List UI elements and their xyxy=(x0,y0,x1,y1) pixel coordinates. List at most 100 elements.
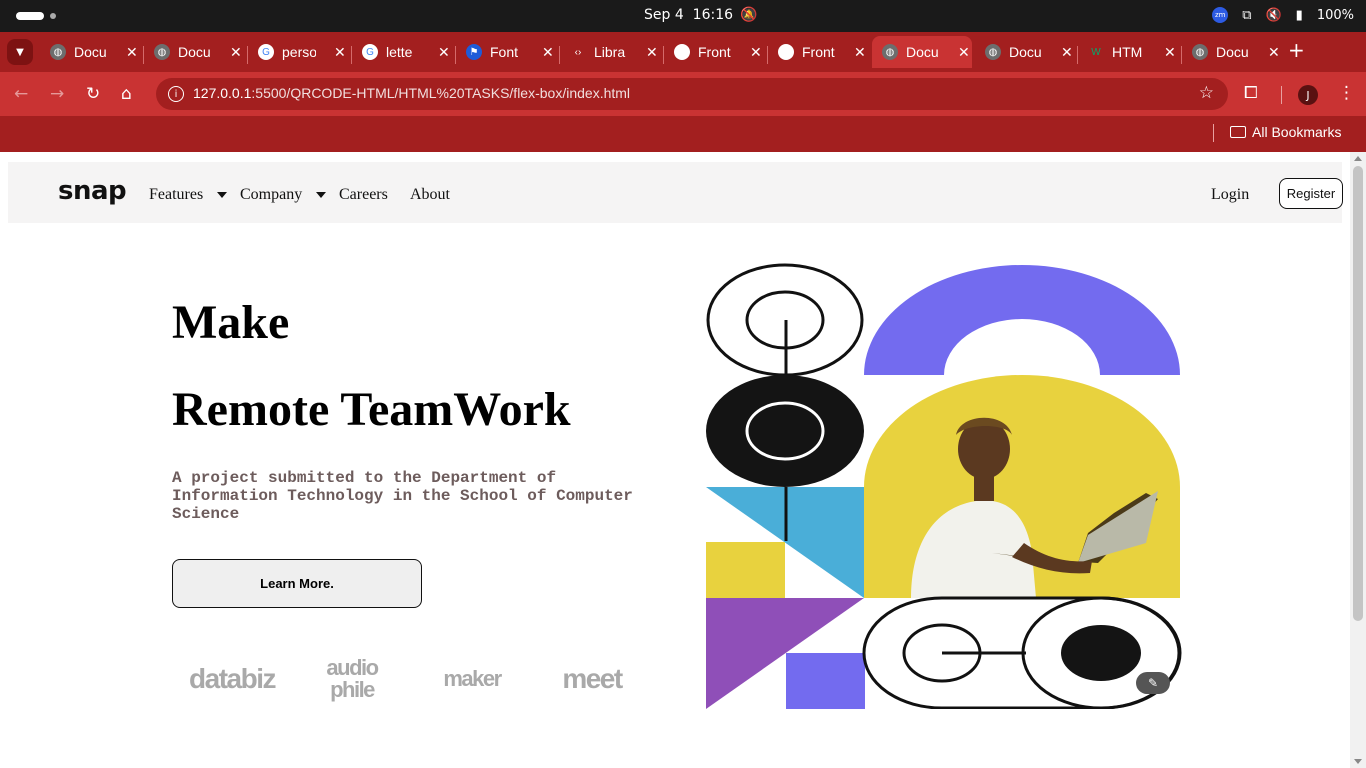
bookmarks-bar: All Bookmarks xyxy=(0,116,1366,152)
globe-icon: ◍ xyxy=(154,44,170,60)
close-icon[interactable]: ✕ xyxy=(334,44,346,61)
nav-about[interactable]: About xyxy=(410,186,450,204)
back-arrow-icon[interactable]: ← xyxy=(14,84,28,104)
time-text: 16:16 xyxy=(692,7,734,23)
tab-5[interactable]: ‹› Libra ✕ xyxy=(560,36,660,68)
close-icon[interactable]: ✕ xyxy=(1061,44,1073,61)
close-icon[interactable]: ✕ xyxy=(750,44,762,61)
tab-7[interactable]: ▢ Front ✕ xyxy=(768,36,868,68)
tab-strip: ▼ ◍ Docu ✕ ◍ Docu ✕ Gperso ✕ Glette ✕ ⚑ Font ✕ ‹› Libr… xyxy=(0,32,1366,72)
close-icon[interactable]: ✕ xyxy=(542,44,554,61)
globe-icon: ◍ xyxy=(50,44,66,60)
tab-label: Front xyxy=(698,44,731,60)
new-tab-button[interactable]: + xyxy=(1288,38,1305,62)
tab-separator xyxy=(143,46,144,64)
zoom-app-icon[interactable]: zm xyxy=(1212,7,1229,23)
battery-icon[interactable]: ▮ xyxy=(1296,8,1303,23)
all-bookmarks-label: All Bookmarks xyxy=(1252,124,1342,140)
tab-11[interactable]: ◍ Docu ✕ xyxy=(1182,36,1280,68)
profile-avatar[interactable]: J xyxy=(1298,85,1318,105)
purple-square xyxy=(786,653,865,709)
scroll-thumb[interactable] xyxy=(1353,166,1363,621)
tab-8[interactable]: ◍ Docu ✕ xyxy=(872,36,972,68)
volume-muted-icon[interactable]: 🔇 xyxy=(1265,8,1281,23)
clock[interactable]: Sep 4 16:16 xyxy=(644,7,733,23)
tab-10[interactable]: W HTM ✕ xyxy=(1078,36,1178,68)
site-info-icon[interactable]: i xyxy=(168,86,184,102)
close-icon[interactable]: ✕ xyxy=(1164,44,1176,61)
forward-arrow-icon[interactable]: → xyxy=(50,84,64,104)
google-icon: G xyxy=(258,44,274,60)
tab-6[interactable]: ◯ Front ✕ xyxy=(664,36,764,68)
toolbar-divider xyxy=(1281,86,1282,104)
close-icon[interactable]: ✕ xyxy=(646,44,658,61)
folder-icon xyxy=(1230,126,1246,138)
url-text[interactable]: 127.0.0.1:5500/QRCODE-HTML/HTML%20TASKS/… xyxy=(193,85,630,101)
workspace-indicator[interactable] xyxy=(16,12,44,20)
page-viewport: snap Features Company Careers About Logi… xyxy=(0,152,1350,768)
learn-more-button[interactable]: Learn More. xyxy=(172,559,422,608)
browser-menu-icon[interactable]: ⋮ xyxy=(1338,83,1355,103)
nav-company[interactable]: Company xyxy=(240,186,302,204)
address-bar[interactable]: i 127.0.0.1:5500/QRCODE-HTML/HTML%20TASK… xyxy=(156,78,1228,110)
close-icon[interactable]: ✕ xyxy=(438,44,450,61)
date-text: Sep 4 xyxy=(644,7,684,23)
scroll-up-arrow-icon[interactable] xyxy=(1354,156,1362,161)
tab-1[interactable]: ◍ Docu ✕ xyxy=(144,36,244,68)
tab-separator xyxy=(663,46,664,64)
tab-2[interactable]: Gperso ✕ xyxy=(248,36,348,68)
login-link[interactable]: Login xyxy=(1211,186,1249,204)
tab-label: Front xyxy=(802,44,835,60)
tab-label: perso xyxy=(282,44,316,60)
hero-title-line-2: Remote TeamWork xyxy=(172,383,571,436)
close-icon[interactable]: ✕ xyxy=(230,44,242,61)
globe-icon: ◍ xyxy=(985,44,1001,60)
tab-search-button[interactable]: ▼ xyxy=(7,39,33,65)
site-logo[interactable]: snap xyxy=(58,176,127,206)
network-icon[interactable]: ⧉ xyxy=(1242,8,1251,23)
nav-careers[interactable]: Careers xyxy=(339,186,388,204)
tab-separator xyxy=(1077,46,1078,64)
page-scrollbar[interactable] xyxy=(1350,152,1366,768)
site-header: snap Features Company Careers About Logi… xyxy=(8,162,1343,223)
google-icon: G xyxy=(362,44,378,60)
features-caret-icon[interactable] xyxy=(217,192,227,198)
purple-arch xyxy=(864,265,1180,375)
browser-toolbar: ← → ↻ ⌂ i 127.0.0.1:5500/QRCODE-HTML/HTM… xyxy=(0,72,1366,116)
hero-illustration xyxy=(706,263,1182,709)
tab-9[interactable]: ◍ Docu ✕ xyxy=(975,36,1075,68)
close-icon[interactable]: ✕ xyxy=(126,44,138,61)
workspace-dot[interactable] xyxy=(50,13,56,19)
tab-3[interactable]: Glette ✕ xyxy=(352,36,452,68)
tab-4[interactable]: ⚑ Font ✕ xyxy=(456,36,556,68)
battery-percent: 100% xyxy=(1316,7,1354,23)
tab-label: Docu xyxy=(1009,44,1042,60)
flag-icon: ⚑ xyxy=(466,44,482,60)
tab-separator xyxy=(767,46,768,64)
home-icon[interactable]: ⌂ xyxy=(121,84,132,104)
os-top-bar: Sep 4 16:16 🔕 zm ⧉ 🔇 ▮ 100% xyxy=(0,0,1366,32)
reload-icon[interactable]: ↻ xyxy=(86,84,100,104)
notifications-muted-icon[interactable]: 🔕 xyxy=(740,7,757,23)
globe-icon: ◍ xyxy=(882,44,898,60)
all-bookmarks-button[interactable]: All Bookmarks xyxy=(1230,124,1341,140)
nav-features[interactable]: Features xyxy=(149,186,203,204)
client-logo-meet: meet xyxy=(562,663,623,694)
tab-separator xyxy=(247,46,248,64)
edit-magic-icon[interactable]: ✎ xyxy=(1136,672,1170,694)
close-icon[interactable]: ✕ xyxy=(854,44,866,61)
black-disc xyxy=(706,375,864,487)
client-logo-databiz: databiz xyxy=(189,663,276,694)
client-logo-maker: maker xyxy=(443,666,502,691)
company-caret-icon[interactable] xyxy=(316,192,326,198)
bookmark-star-icon[interactable]: ☆ xyxy=(1199,83,1214,103)
close-icon[interactable]: ✕ xyxy=(958,44,970,61)
tab-0[interactable]: ◍ Docu ✕ xyxy=(40,36,140,68)
extensions-puzzle-icon[interactable]: ⧠ xyxy=(1244,83,1258,103)
tab-label: Libra xyxy=(594,44,626,60)
register-button[interactable]: Register xyxy=(1279,178,1343,209)
scroll-down-arrow-icon[interactable] xyxy=(1354,759,1362,764)
globe-icon: ◍ xyxy=(1192,44,1208,60)
system-tray[interactable]: zm ⧉ 🔇 ▮ 100% xyxy=(1212,7,1354,23)
close-icon[interactable]: ✕ xyxy=(1268,44,1280,61)
